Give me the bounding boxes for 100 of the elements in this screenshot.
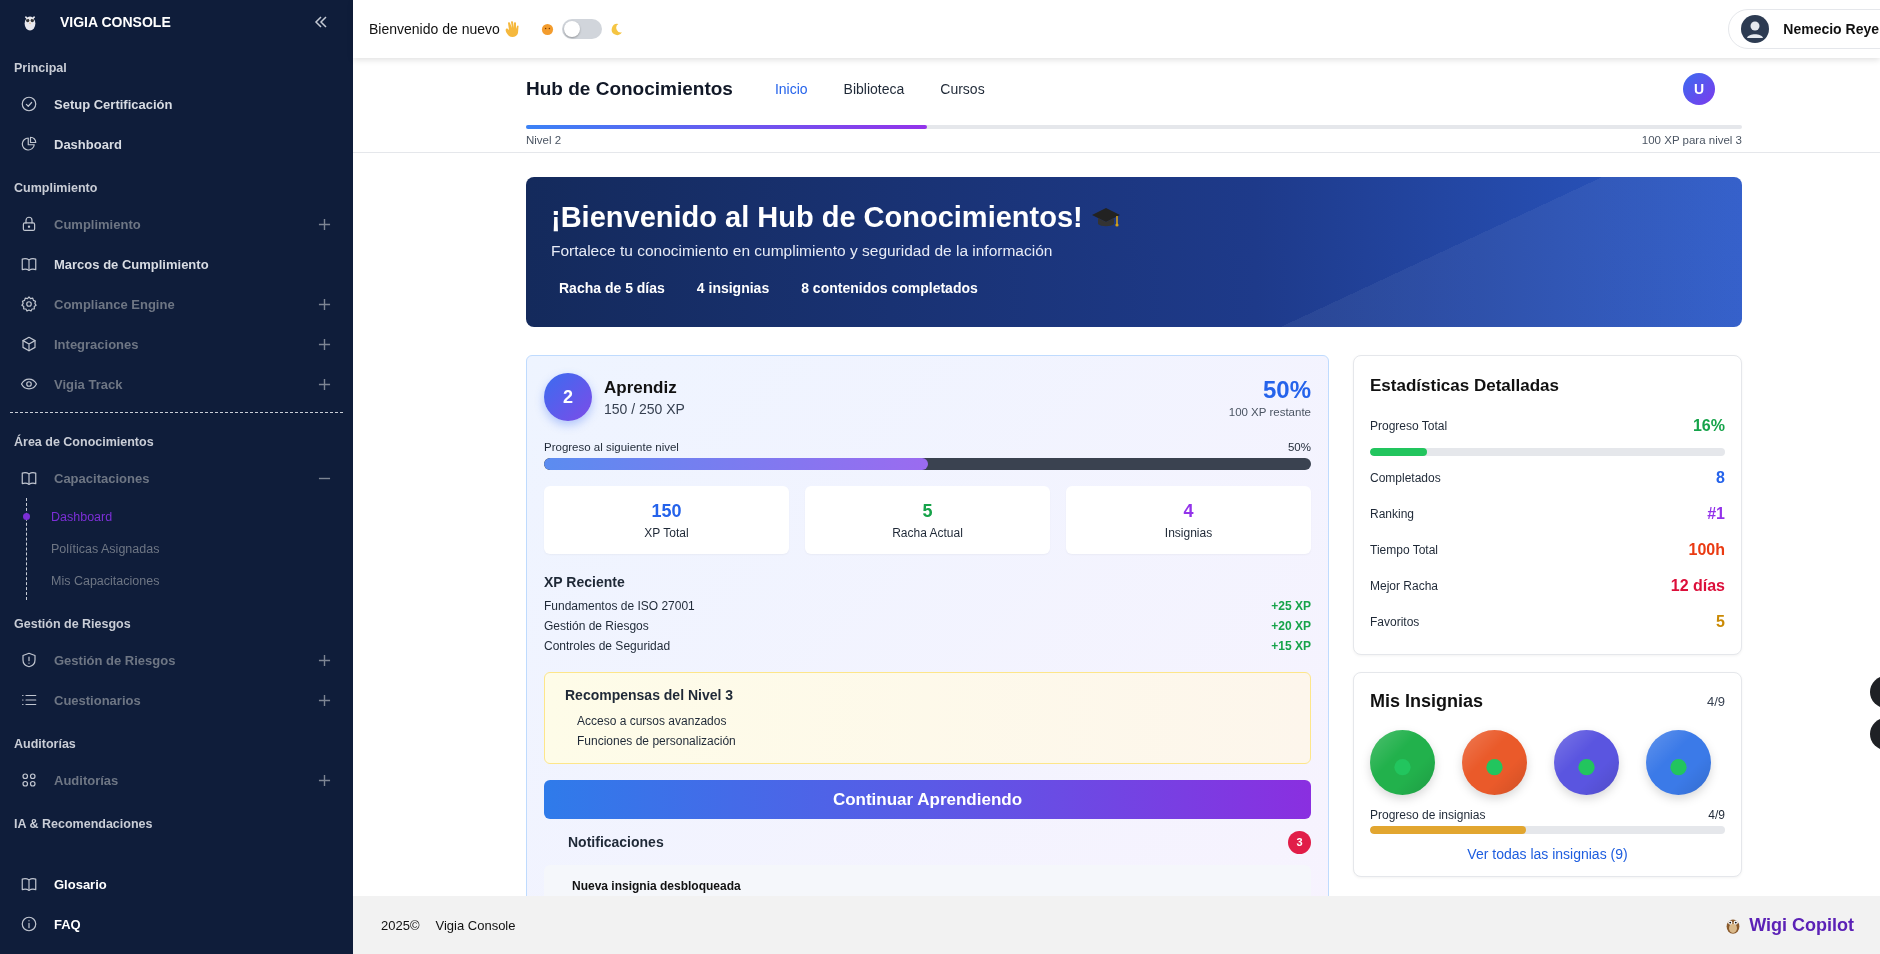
nav-label: Integraciones: [54, 336, 140, 352]
nav-item[interactable]: Gestión de Riesgos: [0, 640, 353, 680]
sun-face-icon: [540, 22, 554, 36]
stat-label: Ranking: [1370, 507, 1415, 521]
badge-icon[interactable]: [1462, 730, 1527, 795]
nav-item[interactable]: Compliance Engine: [0, 284, 353, 324]
section-heading: Gestión de Riesgos: [13, 616, 132, 633]
greeting-text: Bienvenido de nuevo: [369, 21, 500, 37]
section-title: XP Reciente: [544, 574, 626, 590]
nav-item[interactable]: Cumplimiento: [0, 204, 353, 244]
nav-item[interactable]: Setup Certificación: [0, 84, 353, 124]
rank-title: Aprendiz: [604, 377, 678, 398]
moon-icon: [609, 22, 623, 36]
plus-icon[interactable]: [318, 297, 331, 311]
cube-icon: [20, 335, 38, 353]
xp-text: 150 / 250 XP: [604, 400, 686, 417]
nav-item[interactable]: FAQ: [0, 904, 353, 944]
nav-item[interactable]: Integraciones: [0, 324, 353, 364]
nav-label: Vigia Track: [54, 376, 124, 392]
progress-reading: 50%: [1287, 441, 1311, 453]
nav-item[interactable]: Vigia Track: [0, 364, 353, 404]
stat-value: 12 días: [1670, 577, 1725, 595]
xp-remaining: 100 XP restante: [1228, 406, 1311, 418]
progress-label: Progreso de insignias: [1370, 808, 1486, 822]
activity-name: Fundamentos de ISO 27001: [544, 599, 695, 613]
nav-label: Marcos de Cumplimiento: [54, 256, 210, 272]
activity-name: Controles de Seguridad: [544, 639, 671, 653]
nav-item[interactable]: Auditorías: [0, 760, 353, 800]
level-badge: 2: [544, 373, 592, 421]
theme-toggle[interactable]: [561, 19, 602, 39]
reward-item: Funciones de personalización: [576, 733, 737, 750]
nav-label: Setup Certificación: [54, 96, 174, 112]
settings-icon: [20, 295, 38, 313]
plus-icon[interactable]: [318, 217, 331, 231]
nav-label: Glosario: [54, 876, 108, 892]
badge-count: 4/9: [1706, 694, 1725, 709]
badge-icon[interactable]: [1646, 730, 1711, 795]
nav-label: Auditorías: [54, 772, 120, 788]
stat-label: XP Total: [644, 525, 689, 540]
badge-icon[interactable]: [1554, 730, 1619, 795]
stat-value: #1: [1707, 505, 1725, 523]
view-all-badges-link[interactable]: Ver todas las insignias (9): [1370, 846, 1725, 862]
stat-value: 5: [922, 500, 933, 522]
progress-reading: 4/9: [1708, 808, 1725, 822]
level-percent: 50%: [1261, 376, 1311, 404]
plus-icon[interactable]: [318, 337, 331, 351]
stat-value: 8: [1716, 469, 1725, 487]
book-icon: [20, 469, 38, 487]
banner-stat: Racha de 5 días: [559, 280, 665, 296]
notifications-title: Notificaciones: [568, 834, 664, 850]
nav-item[interactable]: Dashboard: [0, 124, 353, 164]
badge-icon[interactable]: [1370, 730, 1435, 795]
section-heading: Cumplimiento: [13, 180, 99, 197]
stat-value: 100h: [1688, 541, 1725, 559]
lock-icon: [20, 215, 38, 233]
check-circle-icon: [20, 95, 38, 113]
stat-label: Insignias: [1164, 525, 1213, 540]
progress-label: Progreso al siguiente nivel: [544, 441, 679, 453]
stat-label: Completados: [1370, 471, 1441, 485]
nav-tab[interactable]: Inicio: [766, 77, 816, 101]
nav-label: Compliance Engine: [54, 296, 176, 312]
nav-label: Cuestionarios: [54, 692, 142, 708]
level-label: Nivel 2: [526, 134, 562, 146]
card-title: Estadísticas Detalladas: [1370, 376, 1560, 396]
xp-gain: +15 XP: [1271, 639, 1311, 653]
section-heading: IA & Recomendaciones: [13, 816, 154, 833]
section-heading: Principal: [13, 60, 68, 77]
nav-tab[interactable]: Cursos: [932, 77, 993, 101]
copyright-year: 2025©: [381, 917, 420, 933]
notification-item[interactable]: Nueva insignia desbloqueada: [544, 865, 1311, 896]
banner-stat: 4 insignias: [696, 280, 770, 296]
user-avatar-icon: [1741, 15, 1770, 43]
nav-item[interactable]: Marcos de Cumplimiento: [0, 244, 353, 284]
copilot-button[interactable]: Wigi Copilot: [1725, 914, 1854, 936]
nav-label: Gestión de Riesgos: [54, 652, 177, 668]
plus-icon[interactable]: [318, 377, 331, 391]
nav-item[interactable]: Glosario: [0, 864, 353, 904]
stat-label: Progreso Total: [1370, 419, 1448, 433]
submenu-item[interactable]: Políticas Asignadas: [27, 533, 353, 565]
banner-stat: 8 contenidos completados: [801, 280, 978, 296]
footer-brand: Vigia Console: [435, 917, 516, 933]
stat-value: 4: [1183, 500, 1194, 522]
notification-title: Nueva insignia desbloqueada: [572, 879, 741, 893]
page-title: Hub de Conocimientos: [526, 78, 733, 100]
nav-item[interactable]: Cuestionarios: [0, 680, 353, 720]
plus-icon[interactable]: [318, 773, 331, 787]
nav-tab[interactable]: Biblioteca: [835, 77, 913, 101]
continue-learning-button[interactable]: Continuar Aprendiendo: [544, 780, 1311, 819]
stat-value: 5: [1716, 613, 1725, 631]
plus-icon[interactable]: [318, 653, 331, 667]
submenu-item[interactable]: Mis Capacitaciones: [27, 565, 353, 597]
user-avatar[interactable]: U: [1683, 73, 1715, 105]
stat-label: Favoritos: [1370, 615, 1420, 629]
banner-title: ¡Bienvenido al Hub de Conocimientos!: [551, 201, 1083, 234]
plus-icon[interactable]: [318, 693, 331, 707]
nav-item[interactable]: Capacitaciones: [0, 458, 353, 498]
xp-gain: +25 XP: [1271, 599, 1311, 613]
nav-label: FAQ: [54, 916, 82, 932]
shield-alert-icon: [20, 651, 38, 669]
section-heading: Auditorías: [13, 736, 77, 753]
